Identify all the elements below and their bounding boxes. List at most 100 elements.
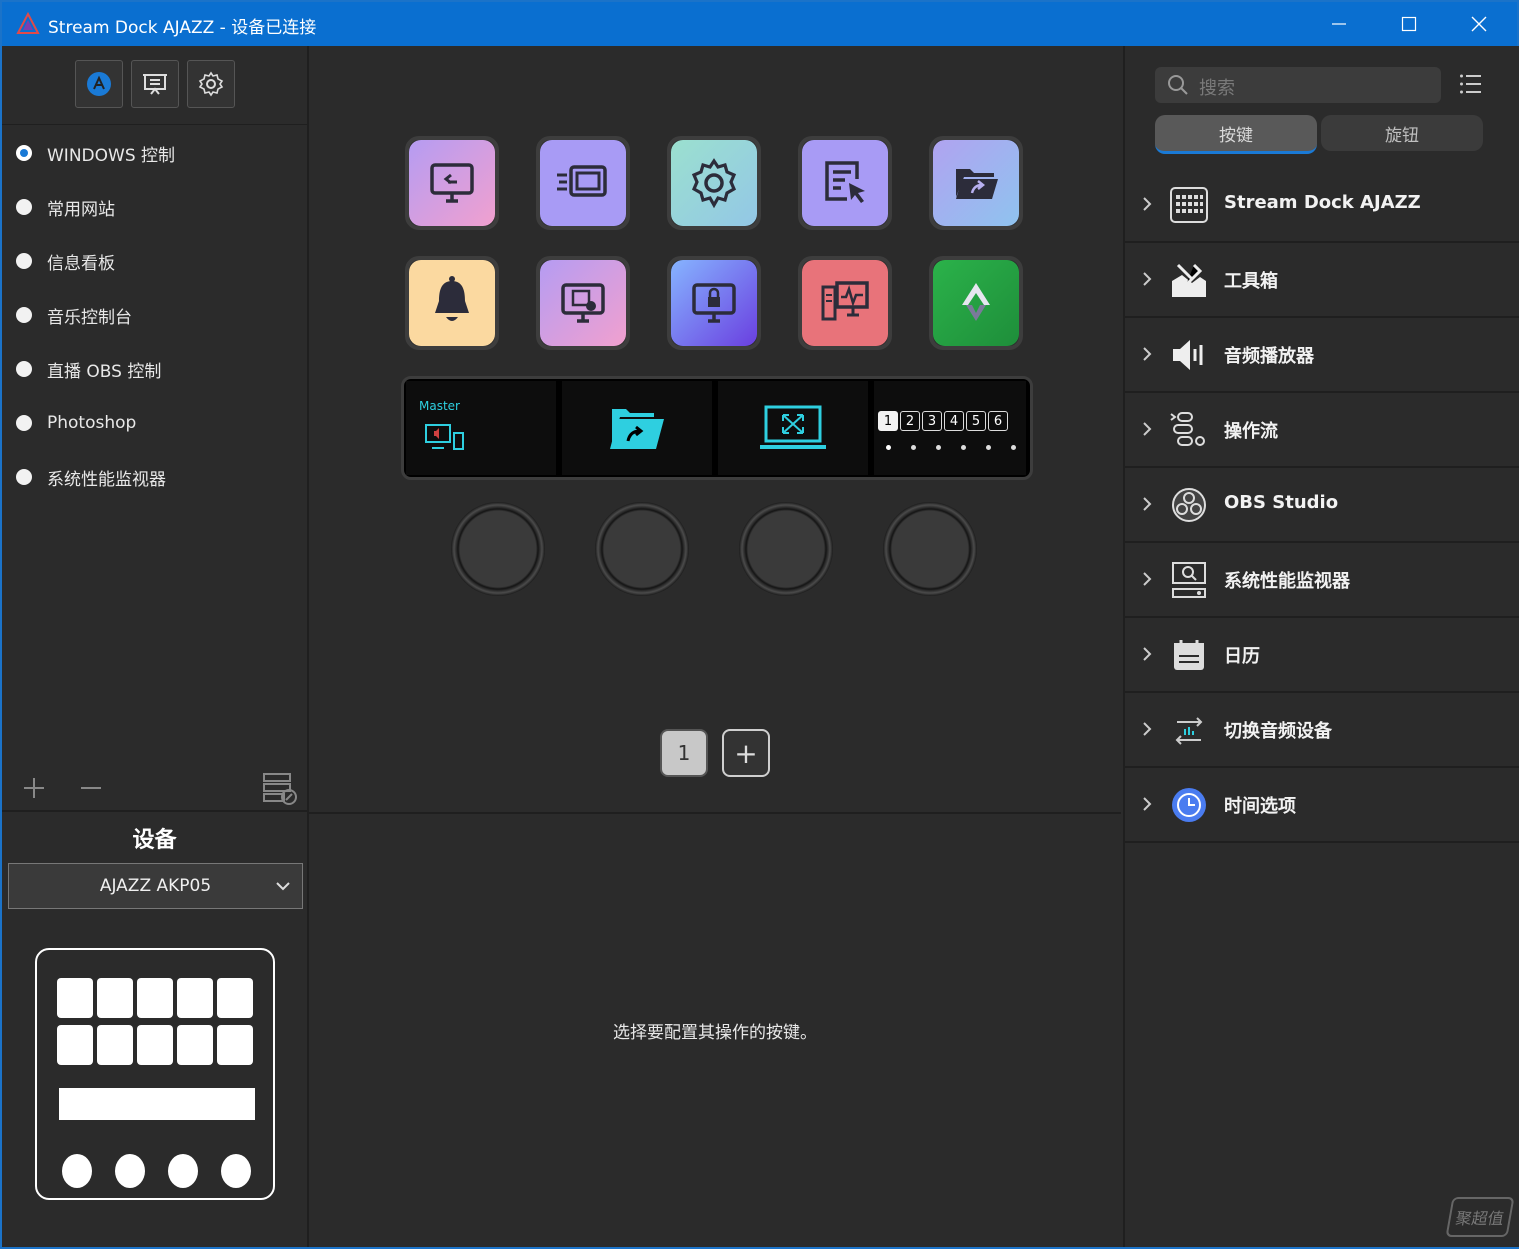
settings-button[interactable] [187,60,235,108]
plugin-item[interactable]: OBS Studio [1125,468,1519,543]
strip-segment-pages[interactable]: 1 2 3 4 5 6 [874,381,1026,475]
radio[interactable] [16,199,32,215]
profile-item[interactable]: 系统性能监视器 [2,450,307,504]
key-slot[interactable] [798,136,892,230]
add-profile-icon[interactable] [22,776,46,800]
canvas-panel: Master 1 2 3 4 5 6 1 + 选择要配置其操作的按键。 [309,46,1121,1247]
app-window: Stream Dock AJAZZ - 设备已连接 WINDOWS 控制 常用网… [0,0,1519,1249]
minimize-icon [1332,23,1346,25]
plugin-item[interactable]: Stream Dock AJAZZ [1125,168,1519,243]
key-slot[interactable] [405,136,499,230]
task-manager-icon [821,281,869,321]
strip-segment-fullscreen[interactable] [718,381,868,475]
device-key-map[interactable] [217,978,253,1018]
add-page-button[interactable]: + [722,729,770,777]
remove-profile-icon[interactable] [79,776,103,800]
strip-segment-folder[interactable] [562,381,712,475]
page-number[interactable]: 4 [944,411,964,431]
page-number-active[interactable]: 1 [878,411,898,431]
knob-slot[interactable] [883,502,977,596]
device-knob-map[interactable] [168,1154,198,1188]
minimize-button[interactable] [1304,2,1374,46]
master-label: Master [419,399,460,413]
tab-keys[interactable]: 按键 [1155,115,1317,154]
knob-slot[interactable] [595,502,689,596]
key-slot[interactable] [929,256,1023,350]
presentation-button[interactable] [131,60,179,108]
profile-manager-icon[interactable] [262,770,298,806]
profile-item[interactable]: 音乐控制台 [2,288,307,342]
plugin-list: Stream Dock AJAZZ 工具箱 音频播放器 操作流 OBS Stud… [1125,168,1519,843]
device-key-map[interactable] [57,1025,93,1065]
monitor-icon [1172,562,1206,598]
audio-switch-icon [1175,717,1203,745]
plugin-item[interactable]: 日历 [1125,618,1519,693]
strip-segment-master[interactable]: Master [406,381,556,475]
profile-item[interactable]: Photoshop [2,396,307,450]
key-slot[interactable] [798,256,892,350]
radio[interactable] [16,253,32,269]
device-key-map[interactable] [97,978,133,1018]
key-slot[interactable] [667,256,761,350]
search-placeholder: 搜索 [1199,78,1235,99]
device-strip-map[interactable] [59,1088,255,1120]
device-knob-map[interactable] [62,1154,92,1188]
device-select[interactable]: AJAZZ AKP05 [8,863,303,909]
actions-panel: 搜索 按键 旋钮 Stream Dock AJAZZ 工具箱 音频播放器 操作流… [1123,46,1519,1247]
fullscreen-laptop-icon [760,405,826,449]
device-key-map[interactable] [177,1025,213,1065]
plugin-item[interactable]: 系统性能监视器 [1125,543,1519,618]
page-number[interactable]: 3 [922,411,942,431]
knob-slot[interactable] [451,502,545,596]
profile-item[interactable]: 常用网站 [2,180,307,234]
plugin-item[interactable]: 时间选项 [1125,768,1519,843]
key-slot[interactable] [667,136,761,230]
device-knob-map[interactable] [115,1154,145,1188]
close-window-icon [561,283,605,323]
search-input[interactable]: 搜索 [1155,67,1441,103]
key-slot[interactable] [405,256,499,350]
list-view-icon[interactable] [1459,72,1483,96]
profile-label: 信息看板 [47,253,115,274]
radio[interactable] [16,361,32,377]
profile-item[interactable]: 信息看板 [2,234,307,288]
tab-knobs[interactable]: 旋钮 [1321,115,1483,151]
radio[interactable] [16,307,32,323]
device-key-map[interactable] [137,978,173,1018]
device-key-map[interactable] [137,1025,173,1065]
plugin-name: 操作流 [1224,421,1278,442]
store-button[interactable] [75,60,123,108]
device-key-map[interactable] [217,1025,253,1065]
radio[interactable] [16,469,32,485]
device-key-map[interactable] [57,978,93,1018]
plugin-name: 时间选项 [1224,796,1296,817]
plugin-item[interactable]: 工具箱 [1125,243,1519,318]
close-button[interactable] [1444,2,1514,46]
maximize-button[interactable] [1374,2,1444,46]
page-number[interactable]: 2 [900,411,920,431]
page-number[interactable]: 6 [988,411,1008,431]
calendar-icon [1174,640,1204,670]
page-number[interactable]: 5 [966,411,986,431]
radio-selected[interactable] [16,145,32,161]
device-key-map[interactable] [177,978,213,1018]
app-store-icon [87,72,111,96]
plugin-item[interactable]: 切换音频设备 [1125,693,1519,768]
knob-slot[interactable] [739,502,833,596]
key-slot[interactable] [536,136,630,230]
radio[interactable] [16,415,32,431]
lock-screen-icon [692,283,736,323]
profile-label: 系统性能监视器 [47,469,166,490]
plugin-item[interactable]: 操作流 [1125,393,1519,468]
profile-item[interactable]: WINDOWS 控制 [2,126,307,180]
key-slot[interactable] [536,256,630,350]
plugin-name: 系统性能监视器 [1224,571,1350,592]
key-slot[interactable] [929,136,1023,230]
page-1-button[interactable]: 1 [660,729,708,777]
profile-item[interactable]: 直播 OBS 控制 [2,342,307,396]
device-knob-map[interactable] [221,1154,251,1188]
plugin-item[interactable]: 音频播放器 [1125,318,1519,393]
chevron-right-icon [1143,797,1152,811]
watermark: 聚超值 [1445,1197,1515,1237]
device-key-map[interactable] [97,1025,133,1065]
